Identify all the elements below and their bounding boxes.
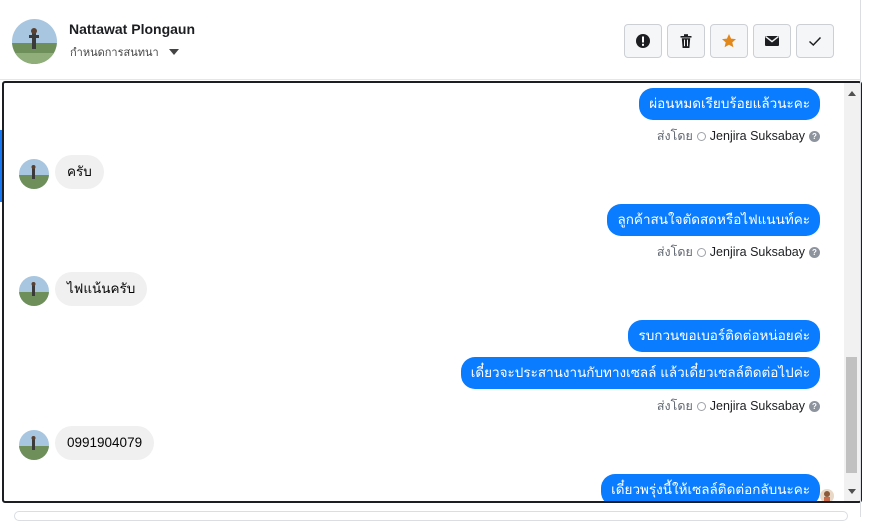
conversation-window: Nattawat Plongaun กำหนดการสนทนา ผ่อนหมดเ… [0,0,872,521]
sent-by-prefix: ส่งโดย [656,129,693,143]
panel-divider [860,0,861,517]
scroll-down-button[interactable] [844,483,860,499]
arrow-up-icon [848,90,856,96]
check-icon [808,36,822,47]
envelope-icon [765,36,779,46]
star-button[interactable] [710,24,748,58]
conversation-status-dropdown[interactable]: กำหนดการสนทนา [70,43,179,61]
outgoing-message[interactable]: ผ่อนหมดเรียบร้อยแล้วนะคะ [639,88,820,120]
contact-name: Nattawat Plongaun [69,21,196,37]
sent-check-icon [696,247,706,257]
sent-by-label: ส่งโดย Jenjira Suksabay ? [657,126,820,146]
help-icon[interactable]: ? [809,246,820,258]
message-composer[interactable] [14,511,848,521]
scrollbar-thumb[interactable] [846,357,857,473]
help-icon[interactable]: ? [809,130,820,142]
sent-by-label: ส่งโดย Jenjira Suksabay ? [657,396,820,416]
contact-avatar-small [19,430,49,460]
exclamation-icon [636,34,650,48]
status-label: กำหนดการสนทนา [70,47,159,59]
contact-avatar-small [19,159,49,189]
sent-by-prefix: ส่งโดย [656,399,693,413]
incoming-message[interactable]: ครับ [55,155,104,189]
sent-by-prefix: ส่งโดย [656,245,693,259]
mark-unread-button[interactable] [753,24,791,58]
incoming-message[interactable]: 0991904079 [55,426,155,460]
agent-name: Jenjira Suksabay [709,399,805,413]
agent-name: Jenjira Suksabay [709,245,805,259]
caret-down-icon [168,49,179,55]
outgoing-message[interactable]: เดี๋ยวจะประสานงานกับทางเซลล์ แล้วเดี๋ยวเ… [460,357,820,389]
outgoing-message[interactable]: ลูกค้าสนใจตัดสดหรือไฟแนนท์คะ [607,204,820,236]
header-actions [624,24,834,58]
outgoing-message[interactable]: เดี๋ยวพรุ่งนี้ให้เซลล์ติดต่อกลับนะคะ [601,474,820,501]
seen-indicator-avatar [820,489,834,501]
trash-icon [680,34,692,48]
sent-by-label: ส่งโดย Jenjira Suksabay ? [657,242,820,262]
message-thread[interactable]: ผ่อนหมดเรียบร้อยแล้วนะคะ ส่งโดย Jenjira … [2,81,862,503]
arrow-down-icon [848,488,856,494]
star-icon [722,34,736,48]
contact-avatar[interactable] [12,19,57,64]
delete-button[interactable] [667,24,705,58]
incoming-message[interactable]: ไฟแน้นครับ [55,272,148,306]
help-icon[interactable]: ? [809,400,820,412]
scroll-up-button[interactable] [844,85,860,101]
contact-avatar-small [19,276,49,306]
report-button[interactable] [624,24,662,58]
conversation-header: Nattawat Plongaun กำหนดการสนทนา [0,0,860,80]
thread-scrollbar[interactable] [844,83,860,501]
outgoing-message[interactable]: รบกวนขอเบอร์ติดต่อหน่อยค่ะ [628,320,820,352]
sent-check-icon [696,401,706,411]
agent-name: Jenjira Suksabay [709,129,805,143]
mark-done-button[interactable] [796,24,834,58]
sent-check-icon [696,131,706,141]
